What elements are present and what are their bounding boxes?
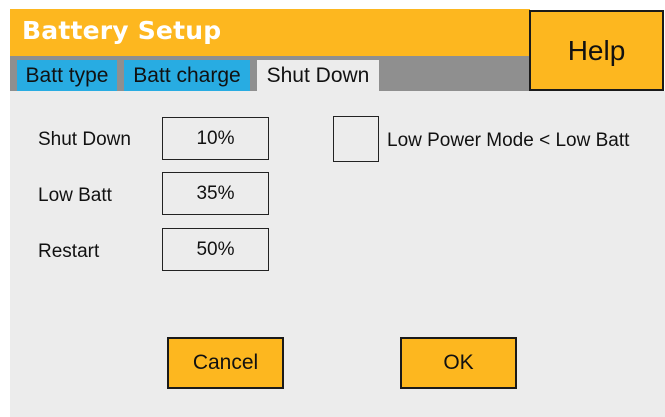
low-power-mode-checkbox[interactable] [333,116,379,162]
title-bar: Battery Setup [10,9,530,56]
tab-shut-down[interactable]: Shut Down [257,60,379,91]
low-batt-label: Low Batt [38,185,112,206]
tab-batt-type[interactable]: Batt type [17,60,117,91]
battery-setup-window: Battery Setup Help Batt type Batt charge… [0,0,665,417]
cancel-button[interactable]: Cancel [167,337,284,389]
restart-label: Restart [38,241,100,262]
low-batt-field[interactable]: 35% [162,172,269,215]
shut-down-field[interactable]: 10% [162,117,269,160]
window-title: Battery Setup [22,16,222,45]
tab-batt-charge[interactable]: Batt charge [124,60,250,91]
ok-button[interactable]: OK [400,337,517,389]
shut-down-label: Shut Down [38,129,131,150]
restart-field[interactable]: 50% [162,228,269,271]
low-power-mode-label: Low Power Mode < Low Batt [387,130,630,151]
help-button[interactable]: Help [529,10,664,91]
